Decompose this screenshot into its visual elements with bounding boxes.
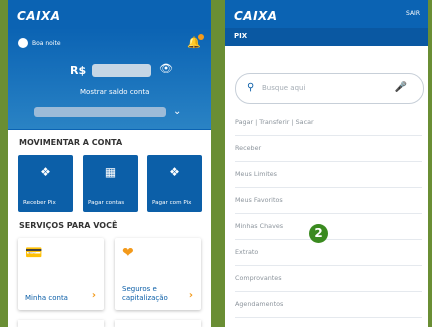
menu-item[interactable]: Receber [235, 135, 422, 162]
caixa-logo: CAIXA [17, 9, 61, 23]
menu-item[interactable]: Meus Limites [235, 161, 422, 188]
menu-item-label: Comprovantes [235, 274, 282, 282]
service-card-partial[interactable] [18, 320, 104, 327]
menu-item-label: Minhas Chaves [235, 222, 284, 230]
menu-item[interactable]: Comprovantes [235, 265, 422, 292]
notification-dot [198, 34, 204, 40]
menu-item[interactable]: Agendamentos [235, 291, 422, 318]
menu-item[interactable]: Pagar | Transferir | Sacar [235, 109, 422, 136]
currency-label: R$ [70, 64, 87, 77]
account-info-hidden [34, 107, 166, 117]
search-input[interactable]: ⚲ Busque aqui 🎤 [235, 73, 424, 104]
app-header: CAIXA SAIR [225, 0, 428, 28]
menu-item-label: Pagar | Transferir | Sacar [235, 118, 314, 126]
caixa-logo: CAIXA [234, 9, 278, 23]
menu-item-label: Agendamentos [235, 300, 284, 308]
pix-icon: ❖ [40, 165, 51, 179]
step-number-badge: 2 [309, 224, 328, 243]
pay-bills-label: Pagar contas [88, 200, 125, 206]
chevron-down-icon[interactable]: ⌄ [173, 106, 181, 117]
pay-with-pix-button[interactable]: ❖ Pagar com Pix [147, 155, 202, 212]
app-header: CAIXA [8, 0, 211, 28]
home-screen: CAIXA Boa noite 🔔 R$ 👁 Mostrar saldo con… [8, 0, 211, 327]
user-avatar-icon[interactable] [18, 38, 28, 48]
chevron-right-icon: › [91, 290, 96, 301]
pix-title-bar: PIX [225, 28, 428, 46]
service-card-partial[interactable] [115, 320, 201, 327]
wallet-icon: 💳 [25, 245, 43, 261]
my-account-label: Minha conta [25, 294, 68, 302]
insurance-card[interactable]: ❤ Seguros e capitalização › [115, 238, 201, 310]
barcode-icon: ▦ [104, 165, 117, 179]
menu-item-label: Meus Favoritos [235, 196, 283, 204]
section-title-move: MOVIMENTAR A CONTA [19, 138, 123, 147]
menu-item[interactable]: Extrato [235, 239, 422, 266]
my-account-card[interactable]: 💳 Minha conta › [18, 238, 104, 310]
pay-bills-button[interactable]: ▦ Pagar contas [83, 155, 138, 212]
pay-with-pix-label: Pagar com Pix [152, 200, 192, 206]
insurance-label: Seguros e capitalização [122, 285, 168, 302]
page-title: PIX [234, 32, 248, 40]
eye-icon[interactable]: 👁 [159, 62, 173, 75]
search-placeholder: Busque aqui [262, 84, 306, 92]
pix-screen: CAIXA SAIR PIX ⚲ Busque aqui 🎤 Pagar | T… [225, 0, 428, 327]
search-icon: ⚲ [247, 82, 255, 93]
microphone-icon[interactable]: 🎤 [395, 82, 407, 93]
menu-item[interactable]: Meus Favoritos [235, 187, 422, 214]
balance-hidden [92, 64, 151, 77]
show-balance-link[interactable]: Mostrar saldo conta [80, 88, 149, 96]
pix-icon: ❖ [169, 165, 180, 179]
receive-pix-button[interactable]: ❖ Receber Pix [18, 155, 73, 212]
menu-item-label: Receber [235, 144, 262, 152]
menu-item-label: Meus Limites [235, 170, 277, 178]
section-title-services: SERVIÇOS PARA VOCÊ [19, 221, 118, 230]
menu-item[interactable]: Minhas Chaves [235, 213, 422, 240]
pix-menu: ⚲ Busque aqui 🎤 Pagar | Transferir | Sac… [225, 46, 428, 327]
menu-item-label: Extrato [235, 248, 259, 256]
chevron-right-icon: › [188, 290, 193, 301]
receive-pix-label: Receber Pix [23, 200, 56, 206]
greeting-text: Boa noite [32, 40, 61, 47]
heart-hands-icon: ❤ [122, 245, 134, 261]
exit-button[interactable]: SAIR [406, 10, 420, 17]
